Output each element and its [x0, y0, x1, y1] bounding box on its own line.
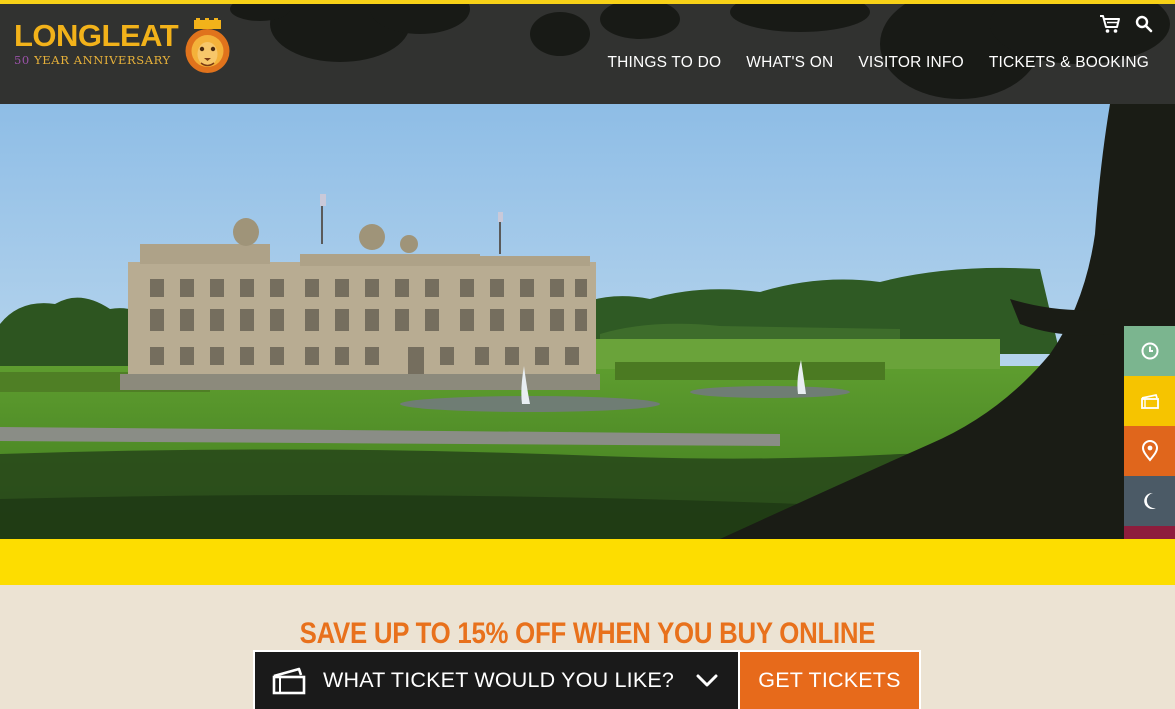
moon-icon: [1143, 492, 1156, 509]
logo-anniversary-text: YEAR ANNIVERSARY: [34, 53, 171, 67]
get-tickets-button[interactable]: GET TICKETS: [740, 650, 921, 709]
chevron-down-icon: [696, 674, 718, 686]
ticket-booking-bar: WHAT TICKET WOULD YOU LIKE? GET TICKETS: [253, 650, 921, 709]
ticket-icon: [272, 667, 306, 694]
side-tab-location[interactable]: [1124, 426, 1175, 476]
nav-things-to-do[interactable]: THINGS TO DO: [607, 54, 721, 72]
lion-crest-icon: [185, 18, 230, 73]
logo-tagline: 50 YEAR ANNIVERSARY: [14, 53, 178, 67]
ticket-select-label: WHAT TICKET WOULD YOU LIKE?: [323, 668, 675, 692]
ticket-type-select[interactable]: WHAT TICKET WOULD YOU LIKE?: [253, 650, 740, 709]
search-icon[interactable]: [1135, 15, 1153, 33]
logo-anniversary-number: 50: [14, 53, 30, 67]
utility-bar: [1099, 14, 1153, 34]
longleat-logo[interactable]: LONGLEAT 50 YEAR ANNIVERSARY: [14, 18, 179, 68]
location-pin-icon: [1141, 440, 1158, 462]
ticket-icon: [1140, 393, 1159, 409]
nav-tickets-booking[interactable]: TICKETS & BOOKING: [989, 54, 1149, 72]
shopping-cart-icon[interactable]: [1099, 14, 1121, 34]
yellow-divider-band: [0, 539, 1175, 585]
side-tab-night[interactable]: [1124, 476, 1175, 526]
top-accent-line: [0, 0, 1175, 4]
promo-title: SAVE UP TO 15% OFF WHEN YOU BUY ONLINE: [299, 617, 876, 650]
hero-image: [0, 104, 1175, 539]
side-tab-tickets[interactable]: [1124, 376, 1175, 426]
side-tab-opening-times[interactable]: [1124, 326, 1175, 376]
site-header: LONGLEAT 50 YEAR ANNIVERSARY THINGS TO D…: [0, 4, 1175, 104]
main-nav: THINGS TO DO WHAT'S ON VISITOR INFO TICK…: [607, 54, 1149, 72]
nav-visitor-info[interactable]: VISITOR INFO: [858, 54, 963, 72]
clock-icon: [1141, 342, 1158, 360]
logo-wordmark: LONGLEAT: [14, 18, 179, 53]
nav-whats-on[interactable]: WHAT'S ON: [746, 54, 833, 72]
